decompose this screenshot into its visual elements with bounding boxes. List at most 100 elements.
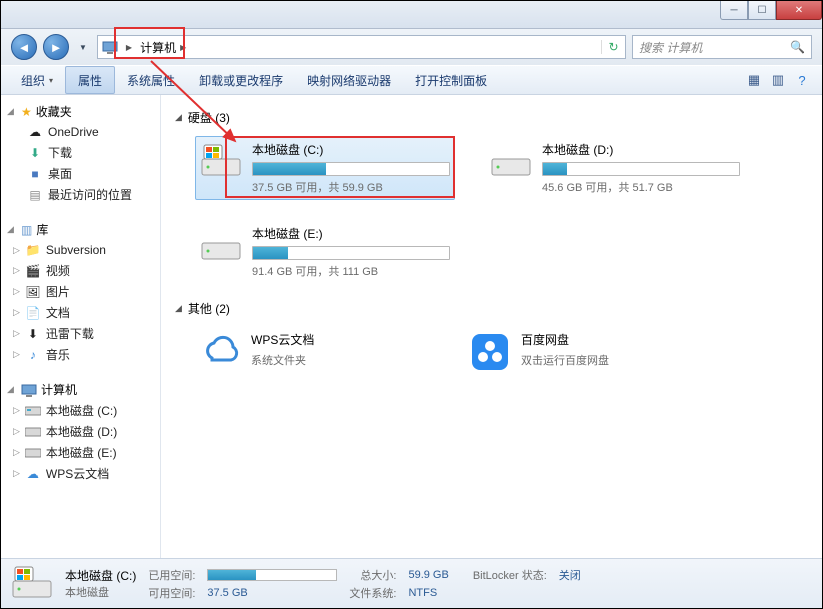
drive-icon [25, 403, 41, 419]
sidebar-favorites-label: 收藏夹 [36, 103, 72, 120]
sidebar-item-recent[interactable]: ▤最近访问的位置 [1, 184, 160, 205]
sidebar-libraries-label: 库 [36, 221, 48, 238]
minimize-button[interactable]: ─ [720, 1, 748, 20]
collapse-icon: ◢ [175, 303, 182, 314]
drive-icon [200, 225, 242, 267]
sidebar-item-subversion[interactable]: ▷📁Subversion [1, 240, 160, 260]
expand-icon: ▷ [13, 468, 20, 479]
status-free-val: 37.5 GB [207, 587, 337, 599]
baidu-pan-icon [469, 331, 511, 373]
drive-usage-bar [252, 246, 450, 260]
sidebar-favorites-header[interactable]: ◢ ★ 收藏夹 [1, 101, 160, 122]
main-pane: ◢ 硬盘 (3) 本地磁盘 (C:) 37.5 GB 可用，共 59.9 GB [161, 95, 822, 558]
status-free-label: 可用空间: [148, 585, 195, 601]
sidebar-item-videos[interactable]: ▷🎬视频 [1, 260, 160, 281]
drive-label: 本地磁盘 (E:) [252, 225, 450, 242]
sidebar-item-drive-e[interactable]: ▷本地磁盘 (E:) [1, 442, 160, 463]
library-icon: ▥ [21, 223, 32, 237]
breadcrumb-computer[interactable]: 计算机 [140, 39, 176, 56]
other-baidu[interactable]: 百度网盘 双击运行百度网盘 [465, 327, 705, 377]
document-icon: 📄 [25, 305, 41, 321]
expand-icon: ▷ [13, 307, 20, 318]
drive-label: 本地磁盘 (C:) [252, 141, 450, 158]
drive-icon [25, 445, 41, 461]
sidebar-item-downloads[interactable]: ⬇下载 [1, 142, 160, 163]
sidebar-computer-label: 计算机 [41, 381, 77, 398]
expand-icon: ▷ [13, 405, 20, 416]
nav-forward-button[interactable]: ► [43, 34, 69, 60]
maximize-button[interactable]: ☐ [748, 1, 776, 20]
toolbar-organize[interactable]: 组织 [9, 66, 65, 94]
titlebar: ─ ☐ ✕ [1, 1, 822, 29]
sidebar-computer-header[interactable]: ◢ 计算机 [1, 379, 160, 400]
folder-icon: 📁 [25, 242, 41, 258]
sidebar-item-desktop[interactable]: ■桌面 [1, 163, 160, 184]
drive-usage-bar [542, 162, 740, 176]
other-sub: 双击运行百度网盘 [521, 352, 701, 368]
search-placeholder: 搜索 计算机 [639, 39, 702, 56]
other-sub: 系统文件夹 [251, 352, 431, 368]
status-drive-name: 本地磁盘 (C:) [65, 567, 136, 584]
collapse-icon: ◢ [7, 384, 17, 395]
drive-icon [25, 424, 41, 440]
status-fs-label: 文件系统: [349, 585, 396, 601]
nav-history-dropdown[interactable]: ▼ [75, 43, 91, 52]
toolbar-system-properties[interactable]: 系统属性 [115, 66, 187, 94]
expand-icon: ▷ [13, 245, 20, 256]
section-other[interactable]: ◢ 其他 (2) [175, 300, 808, 317]
sidebar-item-drive-c[interactable]: ▷本地磁盘 (C:) [1, 400, 160, 421]
drive-icon [490, 141, 532, 183]
refresh-button[interactable]: ↻ [601, 40, 625, 54]
other-wps[interactable]: WPS云文档 系统文件夹 [195, 327, 435, 377]
sidebar-libraries-header[interactable]: ◢ ▥ 库 [1, 219, 160, 240]
sidebar-item-onedrive[interactable]: ☁OneDrive [1, 122, 160, 142]
drive-usage-bar [252, 162, 450, 176]
status-bitlocker-val: 关闭 [559, 567, 581, 583]
nav-back-button[interactable]: ◄ [11, 34, 37, 60]
drive-win-icon [200, 141, 242, 183]
chevron-right-icon: ▶ [180, 43, 186, 52]
status-usage-bar [207, 569, 337, 581]
help-button[interactable]: ? [790, 73, 814, 88]
sidebar-item-pictures[interactable]: ▷🖼图片 [1, 281, 160, 302]
toolbar-properties[interactable]: 属性 [65, 66, 115, 94]
collapse-icon: ◢ [175, 112, 182, 123]
toolbar-map-drive[interactable]: 映射网络驱动器 [295, 66, 403, 94]
sidebar-item-drive-d[interactable]: ▷本地磁盘 (D:) [1, 421, 160, 442]
drive-c[interactable]: 本地磁盘 (C:) 37.5 GB 可用，共 59.9 GB [195, 136, 455, 200]
status-bitlocker-label: BitLocker 状态: [473, 567, 547, 583]
drive-label: 本地磁盘 (D:) [542, 141, 740, 158]
sidebar-item-xunlei[interactable]: ▷⬇迅雷下载 [1, 323, 160, 344]
view-mode-button[interactable]: ▦ [742, 72, 766, 88]
address-bar[interactable]: ▶ 计算机 ▶ ↻ [97, 35, 626, 59]
computer-icon [102, 39, 118, 55]
collapse-icon: ◢ [7, 106, 17, 117]
other-label: 百度网盘 [521, 331, 701, 348]
search-icon: 🔍 [790, 40, 805, 54]
expand-icon: ▷ [13, 349, 20, 360]
status-used-label: 已用空间: [148, 567, 195, 583]
sidebar-item-documents[interactable]: ▷📄文档 [1, 302, 160, 323]
toolbar: 组织 属性 系统属性 卸载或更改程序 映射网络驱动器 打开控制面板 ▦ ▥ ? [1, 65, 822, 95]
navbar: ◄ ► ▼ ▶ 计算机 ▶ ↻ 搜索 计算机 🔍 [1, 29, 822, 65]
sidebar-item-wps-cloud[interactable]: ▷☁WPS云文档 [1, 463, 160, 484]
toolbar-control-panel[interactable]: 打开控制面板 [403, 66, 499, 94]
drive-d[interactable]: 本地磁盘 (D:) 45.6 GB 可用，共 51.7 GB [485, 136, 745, 200]
statusbar: 本地磁盘 (C:) 本地磁盘 已用空间: 总大小: 59.9 GB BitLoc… [1, 558, 822, 608]
search-input[interactable]: 搜索 计算机 🔍 [632, 35, 812, 59]
preview-pane-button[interactable]: ▥ [766, 72, 790, 88]
download-icon: ⬇ [25, 326, 41, 342]
chevron-right-icon: ▶ [126, 43, 132, 52]
expand-icon: ▷ [13, 328, 20, 339]
expand-icon: ▷ [13, 265, 20, 276]
drive-win-icon [11, 563, 53, 605]
sidebar-item-music[interactable]: ▷♪音乐 [1, 344, 160, 365]
section-hdd[interactable]: ◢ 硬盘 (3) [175, 109, 808, 126]
toolbar-uninstall[interactable]: 卸载或更改程序 [187, 66, 295, 94]
cloud-icon: ☁ [25, 466, 41, 482]
picture-icon: 🖼 [25, 284, 41, 300]
download-icon: ⬇ [27, 145, 43, 161]
close-button[interactable]: ✕ [776, 1, 822, 20]
drive-e[interactable]: 本地磁盘 (E:) 91.4 GB 可用，共 111 GB [195, 220, 455, 284]
video-icon: 🎬 [25, 263, 41, 279]
